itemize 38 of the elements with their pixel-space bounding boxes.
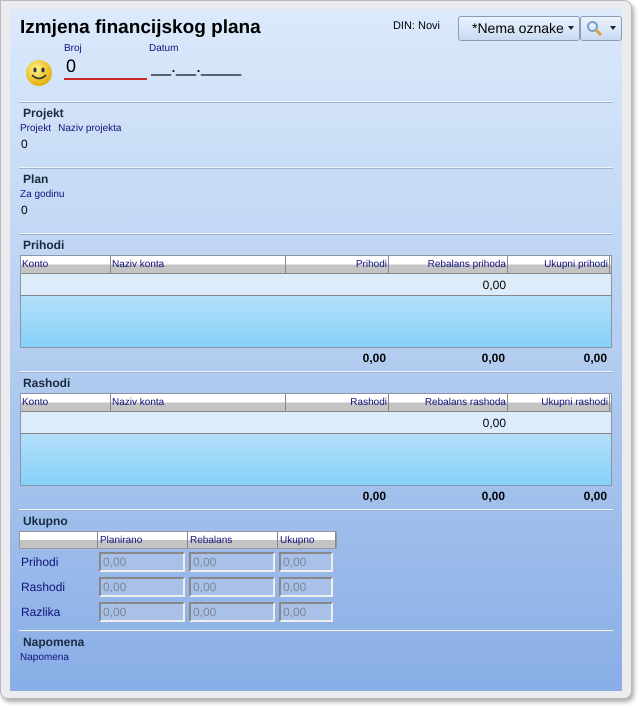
- date-field[interactable]: __.__.____: [149, 54, 245, 78]
- search-button[interactable]: [580, 16, 622, 40]
- field-label: Broj: [64, 43, 83, 54]
- column-header: Rebalans: [188, 532, 278, 548]
- smiley-icon: [25, 59, 53, 87]
- total-value: 0,00: [480, 351, 506, 365]
- field-label: Datum: [149, 43, 180, 54]
- section-heading: Prihodi: [23, 238, 66, 252]
- field-label: Napomena: [20, 652, 69, 663]
- search-icon: [586, 20, 602, 36]
- total-value: 0,00: [582, 489, 608, 503]
- section-heading: Ukupno: [23, 514, 69, 528]
- caret-icon: [568, 26, 574, 30]
- field-value: 0: [21, 137, 29, 151]
- total-value: 0,00: [582, 351, 608, 365]
- field-label: Za godinu: [20, 189, 64, 200]
- number-field[interactable]: 0: [64, 54, 147, 80]
- column-header: Ukupno: [278, 532, 336, 548]
- section-heading: Rashodi: [23, 376, 72, 390]
- tag-dropdown[interactable]: *Nema oznake: [458, 16, 580, 40]
- field-value: 0: [21, 203, 29, 217]
- total-value: 0,00: [362, 351, 387, 365]
- table-cell-text: 0,00: [482, 277, 507, 294]
- total-value: 0,00: [362, 489, 387, 503]
- field-label: Projekt: [20, 123, 52, 134]
- form-title: Izmjena financijskog plana: [20, 17, 262, 39]
- total-value: 0,00: [480, 489, 506, 503]
- table-cell-text: 0,00: [482, 415, 507, 432]
- row-label: Rashodi: [20, 580, 66, 594]
- row-label: Razlika: [20, 604, 62, 618]
- row-label: Prihodi: [20, 554, 60, 568]
- column-header: Planirano: [98, 532, 188, 548]
- document-status: DIN: Novi: [392, 20, 440, 32]
- section-heading: Projekt: [23, 106, 65, 120]
- field-label: Naziv projekta: [58, 123, 122, 134]
- section-heading: Napomena: [23, 635, 86, 649]
- section-heading: Plan: [23, 172, 50, 186]
- caret-icon: [610, 26, 616, 30]
